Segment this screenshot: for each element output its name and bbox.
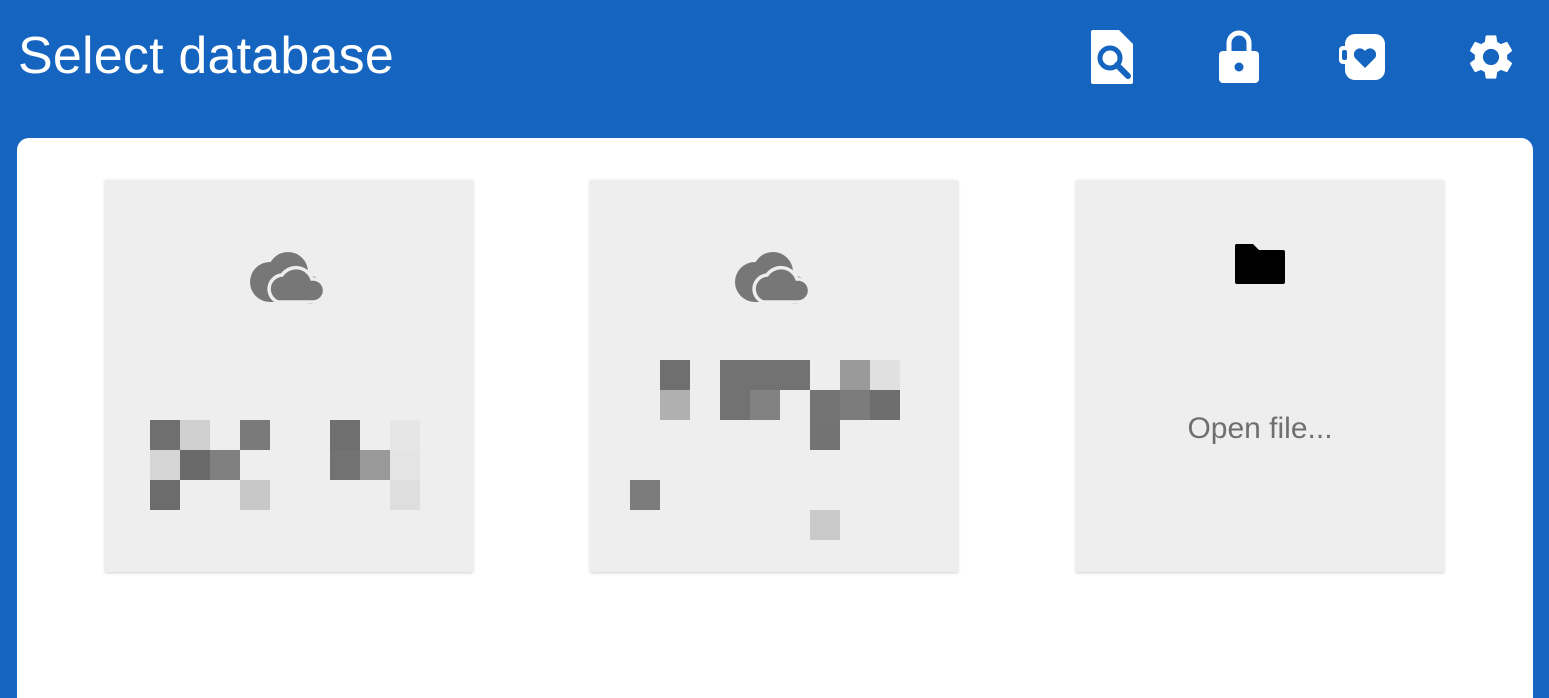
cloud-icon [105, 250, 473, 304]
settings-icon [1464, 30, 1518, 84]
cloud-icon [590, 250, 958, 304]
open-file-tile[interactable]: Open file... [1076, 180, 1444, 572]
app-bar: Select database [0, 0, 1549, 138]
find-icon [1089, 28, 1135, 86]
settings-button[interactable] [1456, 22, 1526, 92]
lock-button[interactable] [1204, 22, 1274, 92]
lock-icon [1217, 29, 1261, 85]
contribute-icon [1339, 30, 1391, 84]
folder-icon [1076, 242, 1444, 286]
contribute-button[interactable] [1330, 22, 1400, 92]
database-panel: Open file... [17, 138, 1533, 698]
find-database-button[interactable] [1077, 22, 1147, 92]
database-tile[interactable] [105, 180, 473, 572]
page-title: Select database [18, 27, 394, 85]
open-file-label: Open file... [1187, 412, 1333, 445]
database-tile[interactable] [590, 180, 958, 572]
